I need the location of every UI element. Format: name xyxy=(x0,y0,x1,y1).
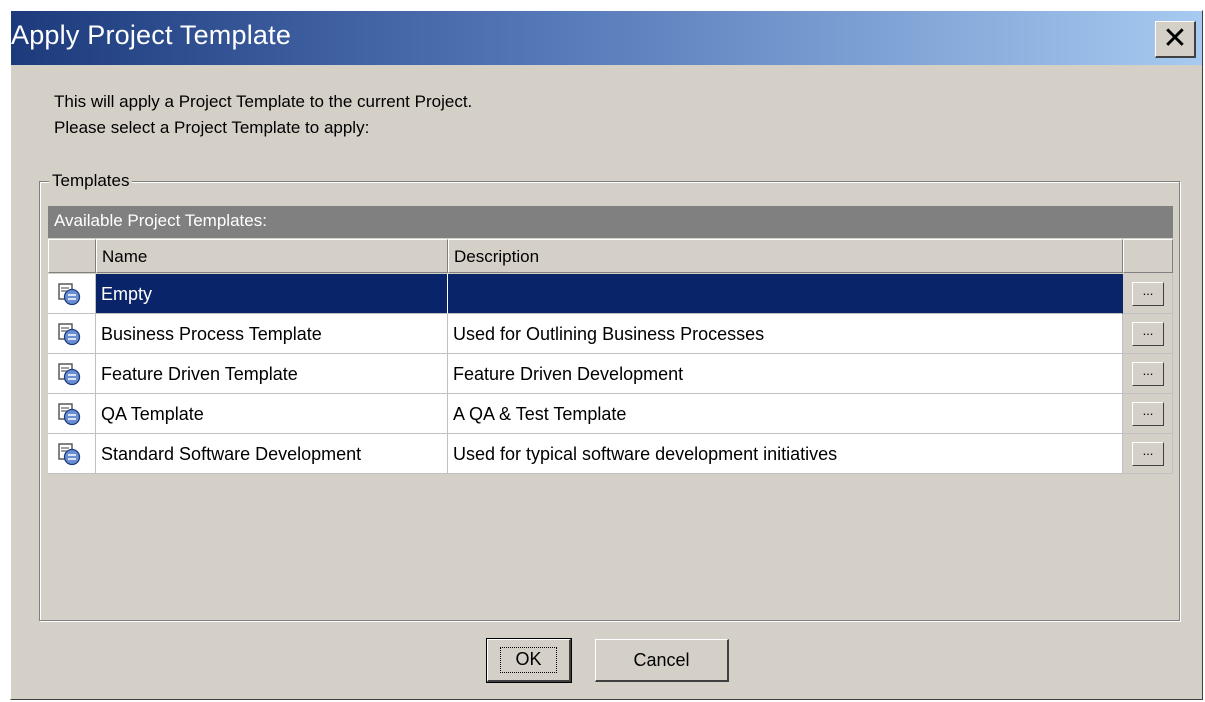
row-description[interactable]: A QA & Test Template xyxy=(448,394,1123,434)
row-icon-cell xyxy=(48,434,96,474)
table-caption: Available Project Templates: xyxy=(48,206,1173,238)
column-header-name[interactable]: Name xyxy=(96,239,448,273)
row-icon-cell xyxy=(48,354,96,394)
row-description[interactable]: Used for typical software development in… xyxy=(448,434,1123,474)
dialog-title: Apply Project Template xyxy=(11,20,292,50)
close-icon: ✕ xyxy=(1162,22,1188,55)
intro-line-2: Please select a Project Template to appl… xyxy=(54,118,370,137)
templates-table: Available Project Templates: Name Descri… xyxy=(48,206,1173,611)
row-name[interactable]: Empty xyxy=(96,274,448,314)
ok-button-label: OK xyxy=(500,647,557,673)
row-action-cell: ... xyxy=(1123,394,1173,434)
row-description[interactable]: Used for Outlining Business Processes xyxy=(448,314,1123,354)
row-name[interactable]: Business Process Template xyxy=(96,314,448,354)
apply-project-template-dialog: Apply Project Template ✕ This will apply… xyxy=(10,10,1203,700)
column-header-action[interactable] xyxy=(1123,239,1173,273)
template-icon xyxy=(57,402,81,426)
row-action-cell: ... xyxy=(1123,314,1173,354)
row-name[interactable]: Standard Software Development xyxy=(96,434,448,474)
ok-button[interactable]: OK xyxy=(486,638,572,683)
intro-line-1: This will apply a Project Template to th… xyxy=(54,92,473,111)
template-icon xyxy=(57,322,81,346)
row-action-cell: ... xyxy=(1123,274,1173,314)
row-description[interactable]: Feature Driven Development xyxy=(448,354,1123,394)
row-name[interactable]: QA Template xyxy=(96,394,448,434)
column-header-description[interactable]: Description xyxy=(448,239,1123,273)
title-bar[interactable]: Apply Project Template ✕ xyxy=(11,11,1202,65)
row-details-button[interactable]: ... xyxy=(1132,402,1164,426)
table-row[interactable]: Empty... xyxy=(48,274,1173,314)
row-details-button[interactable]: ... xyxy=(1132,362,1164,386)
row-icon-cell xyxy=(48,274,96,314)
row-name[interactable]: Feature Driven Template xyxy=(96,354,448,394)
template-icon xyxy=(57,282,81,306)
table-row[interactable]: QA Template A QA & Test Template... xyxy=(48,394,1173,434)
template-icon xyxy=(57,442,81,466)
cancel-button-label: Cancel xyxy=(633,649,690,670)
row-details-button[interactable]: ... xyxy=(1132,442,1164,466)
column-header-icon[interactable] xyxy=(48,239,96,273)
row-action-cell: ... xyxy=(1123,434,1173,474)
row-details-button[interactable]: ... xyxy=(1132,282,1164,306)
table-row[interactable]: Standard Software Development Used for ty… xyxy=(48,434,1173,474)
template-icon xyxy=(57,362,81,386)
row-action-cell: ... xyxy=(1123,354,1173,394)
row-icon-cell xyxy=(48,394,96,434)
table-row[interactable]: Business Process Template Used for Outlin… xyxy=(48,314,1173,354)
row-description[interactable] xyxy=(448,274,1123,314)
close-button[interactable]: ✕ xyxy=(1155,21,1196,58)
row-icon-cell xyxy=(48,314,96,354)
table-row[interactable]: Feature Driven Template Feature Driven De… xyxy=(48,354,1173,394)
templates-group-legend: Templates xyxy=(49,171,133,191)
cancel-button[interactable]: Cancel xyxy=(595,639,729,682)
row-details-button[interactable]: ... xyxy=(1132,322,1164,346)
